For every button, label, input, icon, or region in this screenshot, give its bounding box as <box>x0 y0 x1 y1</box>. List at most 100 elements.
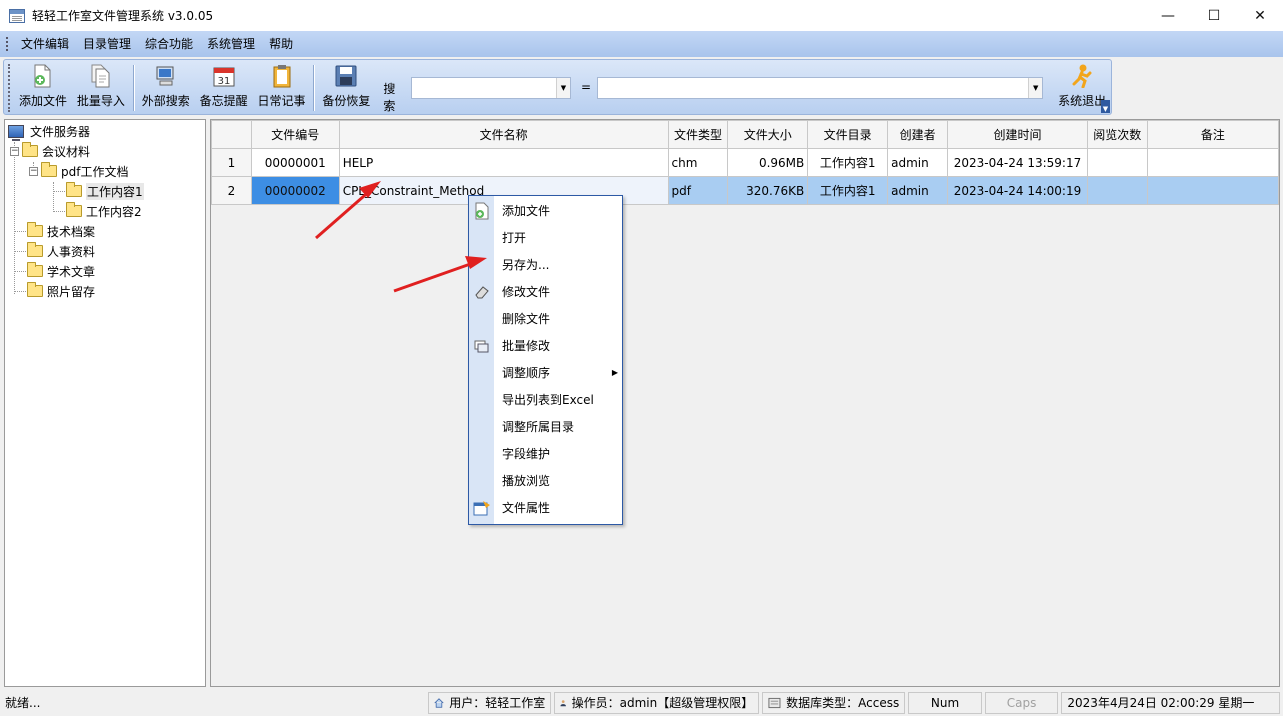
status-user: 用户：轻轻工作室 <box>428 691 552 714</box>
window-controls: — ☐ ✕ <box>1145 0 1283 31</box>
ctx-label: 删除文件 <box>502 312 551 326</box>
search-field-select[interactable]: ▼ <box>411 77 571 99</box>
cell-type[interactable]: pdf <box>667 176 729 205</box>
tree-item-work-content-2[interactable]: 工作内容2 <box>66 201 142 221</box>
folder-icon <box>66 182 82 197</box>
ctx-label: 批量修改 <box>502 339 551 353</box>
tree-item-pdf-docs[interactable]: − pdf工作文档 <box>29 161 128 181</box>
column-header[interactable]: 文件编号 <box>250 120 340 149</box>
ctx-export-excel[interactable]: 导出列表到Excel <box>469 386 622 413</box>
column-header[interactable]: 文件目录 <box>807 120 889 149</box>
cell-dir[interactable]: 工作内容1 <box>807 148 889 177</box>
eraser-icon <box>469 285 494 299</box>
add-file-button[interactable]: 添加文件 <box>14 60 72 116</box>
ctx-file-properties[interactable]: 文件属性 <box>469 494 622 521</box>
tree-item-label: 会议材料 <box>42 144 91 159</box>
cell-note[interactable] <box>1146 148 1279 177</box>
collapse-icon[interactable]: − <box>29 166 38 176</box>
folder-icon <box>27 222 43 237</box>
menu-functions[interactable]: 综合功能 <box>138 31 200 57</box>
status-ready: 就绪... <box>5 696 41 710</box>
cell-name[interactable]: HELP <box>338 148 669 177</box>
file-grid[interactable]: 文件编号 文件名称 文件类型 文件大小 文件目录 创建者 创建时间 阅览次数 备… <box>210 119 1280 687</box>
backup-restore-button[interactable]: 备份恢复 <box>317 60 375 116</box>
chevron-down-icon[interactable]: ▼ <box>556 78 570 98</box>
toolbar-overflow-icon[interactable]: ▼ <box>1101 100 1110 113</box>
status-caps: Caps <box>984 691 1059 714</box>
folder-icon <box>66 202 82 217</box>
tree-item-hr-data[interactable]: 人事资料 <box>27 241 95 261</box>
cell-code[interactable]: 00000001 <box>250 148 340 177</box>
running-man-icon <box>1070 64 1094 88</box>
column-header[interactable]: 文件名称 <box>338 120 669 149</box>
folder-icon <box>27 242 43 257</box>
memo-reminder-button[interactable]: 31 备忘提醒 <box>195 60 253 116</box>
collapse-icon[interactable]: − <box>10 146 19 156</box>
daily-notes-button[interactable]: 日常记事 <box>253 60 311 116</box>
ctx-play-browse[interactable]: 播放浏览 <box>469 467 622 494</box>
tree-item-label: pdf工作文档 <box>61 164 129 179</box>
chevron-down-icon[interactable]: ▼ <box>1028 78 1043 98</box>
column-header[interactable]: 创建时间 <box>947 120 1088 149</box>
ctx-add-file[interactable]: 添加文件 <box>469 197 622 224</box>
folder-icon <box>27 282 43 297</box>
table-row[interactable]: 1 00000001 HELP chm 0.96MB 工作内容1 admin 2… <box>211 148 1279 177</box>
cell-type[interactable]: chm <box>667 148 729 177</box>
cell-views[interactable] <box>1086 148 1148 177</box>
search-label: 搜索 <box>383 82 396 113</box>
maximize-button[interactable]: ☐ <box>1191 0 1237 31</box>
ctx-change-directory[interactable]: 调整所属目录 <box>469 413 622 440</box>
menu-help[interactable]: 帮助 <box>262 31 300 57</box>
cell-views[interactable] <box>1086 176 1148 205</box>
status-num: Num <box>908 691 982 714</box>
ctx-adjust-order[interactable]: 调整顺序 ▶ <box>469 359 622 386</box>
ctx-save-as[interactable]: 另存为... <box>469 251 622 278</box>
cell-size[interactable]: 0.96MB <box>727 148 809 177</box>
search-value-input[interactable]: ▼ <box>597 77 1044 99</box>
cell-created[interactable]: 2023-04-24 14:00:19 <box>947 176 1088 205</box>
close-button[interactable]: ✕ <box>1237 0 1283 31</box>
context-menu: 添加文件 打开 另存为... 修改文件 删除文件 批量修改 调整顺序 ▶ 导出列… <box>468 195 623 525</box>
batch-import-button[interactable]: 批量导入 <box>72 60 130 116</box>
tree-item-meeting-materials[interactable]: − 会议材料 <box>10 141 90 161</box>
table-row-selected[interactable]: 2 00000002 CPL_Constraint_Method pdf 320… <box>211 176 1279 205</box>
cell-creator[interactable]: admin <box>887 148 949 177</box>
cell-creator[interactable]: admin <box>887 176 949 205</box>
tree-item-root[interactable]: 文件服务器 <box>8 121 90 141</box>
minimize-button[interactable]: — <box>1145 0 1191 31</box>
ctx-batch-modify[interactable]: 批量修改 <box>469 332 622 359</box>
menu-directory[interactable]: 目录管理 <box>76 31 138 57</box>
ctx-open[interactable]: 打开 <box>469 224 622 251</box>
cell-size[interactable]: 320.76KB <box>727 176 809 205</box>
tree-item-articles[interactable]: 学术文章 <box>27 261 95 281</box>
cell-dir[interactable]: 工作内容1 <box>807 176 889 205</box>
cell-created[interactable]: 2023-04-24 13:59:17 <box>947 148 1088 177</box>
tree-item-label: 学术文章 <box>47 264 96 279</box>
monitor-icon <box>8 124 24 141</box>
ctx-label: 调整所属目录 <box>502 420 575 434</box>
column-header[interactable]: 文件大小 <box>727 120 809 149</box>
ctx-field-maintenance[interactable]: 字段维护 <box>469 440 622 467</box>
database-icon <box>768 697 781 708</box>
ctx-label: 导出列表到Excel <box>502 393 594 407</box>
column-header[interactable]: 创建者 <box>887 120 949 149</box>
status-bar: 就绪... 用户：轻轻工作室 操作员：admin【超级管理权限】 数据库类型：A… <box>0 689 1283 716</box>
tree-item-tech-archive[interactable]: 技术档案 <box>27 221 95 241</box>
ctx-delete-file[interactable]: 删除文件 <box>469 305 622 332</box>
menu-system[interactable]: 系统管理 <box>200 31 262 57</box>
external-search-button[interactable]: 外部搜索 <box>137 60 195 116</box>
add-file-icon <box>469 202 494 220</box>
backup-restore-label: 备份恢复 <box>322 94 371 108</box>
column-header[interactable]: 备注 <box>1146 120 1279 149</box>
column-header[interactable]: 阅览次数 <box>1086 120 1148 149</box>
column-header[interactable]: 文件类型 <box>667 120 729 149</box>
ctx-label: 调整顺序 <box>502 366 551 380</box>
directory-tree[interactable]: 文件服务器 − 会议材料 − pdf工作文档 工作内容1 工作内容2 技术档案 … <box>4 119 206 687</box>
cell-note[interactable] <box>1146 176 1279 205</box>
menu-file-edit[interactable]: 文件编辑 <box>14 31 76 57</box>
title-bar: 轻轻工作室文件管理系统 v3.0.05 — ☐ ✕ <box>0 0 1283 31</box>
tree-item-work-content-1[interactable]: 工作内容1 <box>66 181 144 201</box>
ctx-modify-file[interactable]: 修改文件 <box>469 278 622 305</box>
tree-item-photos[interactable]: 照片留存 <box>27 281 95 301</box>
cell-code[interactable]: 00000002 <box>250 176 340 205</box>
